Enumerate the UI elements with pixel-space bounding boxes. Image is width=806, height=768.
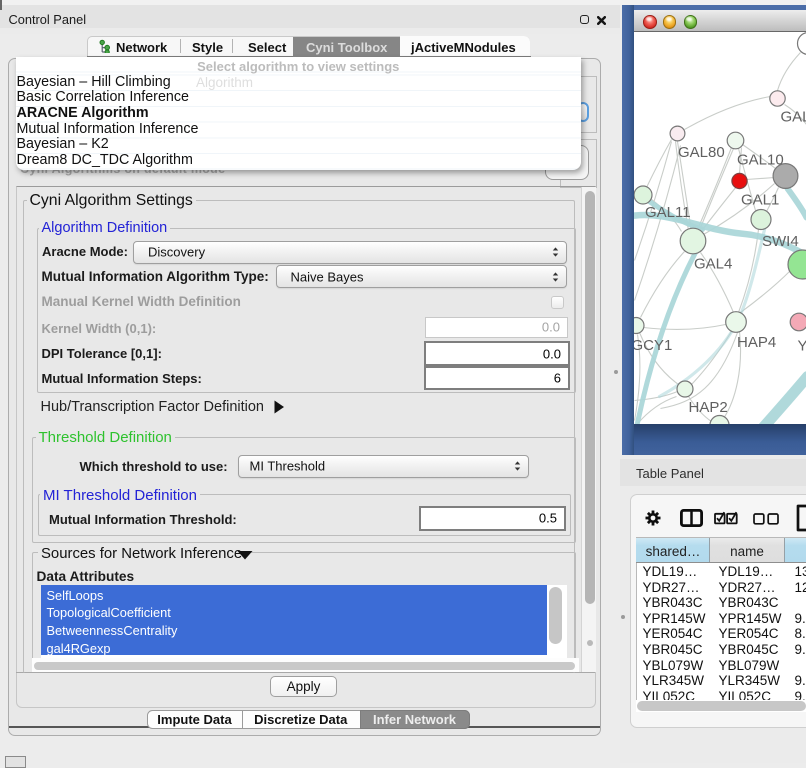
svg-text:GAL10: GAL10 bbox=[737, 151, 784, 168]
svg-text:GAL4: GAL4 bbox=[694, 255, 732, 272]
svg-text:HAP4: HAP4 bbox=[737, 334, 776, 351]
svg-text:GCY1: GCY1 bbox=[634, 337, 672, 354]
svg-text:GAL80: GAL80 bbox=[678, 144, 725, 161]
svg-text:GAL11: GAL11 bbox=[645, 204, 691, 221]
svg-text:HAP2: HAP2 bbox=[688, 399, 727, 416]
svg-text:GAL2: GAL2 bbox=[780, 108, 806, 125]
svg-text:SWI4: SWI4 bbox=[762, 233, 799, 250]
svg-text:GAL1: GAL1 bbox=[741, 191, 779, 208]
svg-text:Y: Y bbox=[797, 337, 806, 354]
